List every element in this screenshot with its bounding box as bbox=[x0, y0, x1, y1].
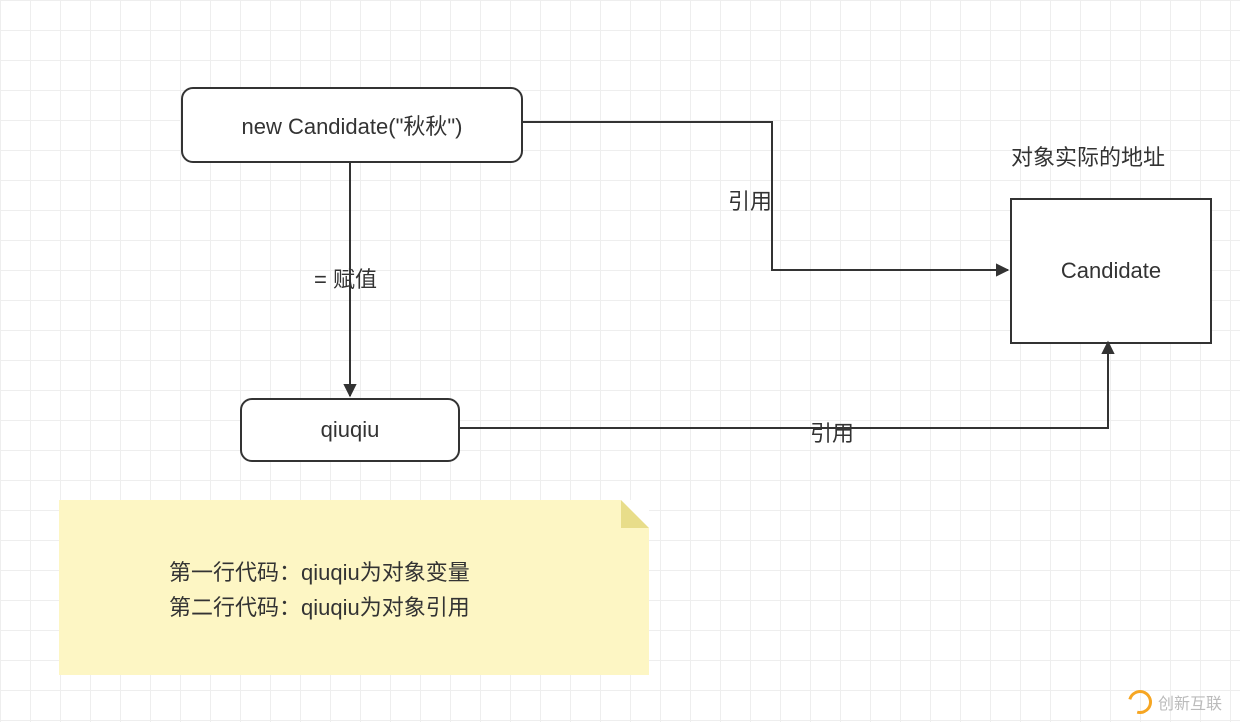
watermark-text: 创新互联 bbox=[1158, 690, 1222, 714]
node-constructor: new Candidate("秋秋") bbox=[181, 87, 523, 163]
node-variable-label: qiuqiu bbox=[321, 417, 380, 443]
label-ref-bottom: 引用 bbox=[810, 416, 854, 448]
node-constructor-label: new Candidate("秋秋") bbox=[241, 109, 462, 141]
node-variable: qiuqiu bbox=[240, 398, 460, 462]
watermark: 创新互联 bbox=[1128, 690, 1222, 714]
label-assign: = 赋值 bbox=[314, 262, 377, 294]
note-line-1: 第一行代码：qiuqiu为对象变量 bbox=[169, 555, 609, 590]
label-object-address: 对象实际的地址 bbox=[1011, 140, 1165, 172]
note-line-2: 第二行代码：qiuqiu为对象引用 bbox=[169, 590, 609, 625]
node-object-label: Candidate bbox=[1061, 258, 1161, 284]
sticky-note: 第一行代码：qiuqiu为对象变量 第二行代码：qiuqiu为对象引用 bbox=[59, 500, 649, 675]
node-object: Candidate bbox=[1010, 198, 1212, 344]
watermark-logo-icon bbox=[1124, 686, 1157, 719]
label-ref-top: 引用 bbox=[728, 184, 772, 216]
note-fold-icon bbox=[621, 500, 649, 528]
